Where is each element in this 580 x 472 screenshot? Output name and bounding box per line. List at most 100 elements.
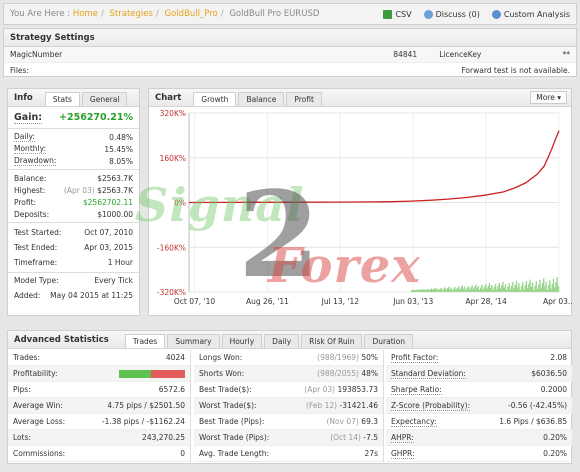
stat-value: 27s xyxy=(364,449,378,458)
magic-number-value: 84841 xyxy=(393,50,418,59)
stat-row: Average Loss: -1.38 pips / -$1162.24 xyxy=(8,414,190,430)
tab-duration[interactable]: Duration xyxy=(364,334,414,348)
stat-row: GHPR: 0.20% xyxy=(386,446,572,462)
tab-summary[interactable]: Summary xyxy=(167,334,220,348)
stat-label: Shorts Won: xyxy=(199,369,245,378)
volume-bar xyxy=(488,283,491,292)
volume-bar xyxy=(473,286,476,292)
breadcrumb-home-link[interactable]: Home xyxy=(73,9,98,19)
volume-bar xyxy=(519,290,521,292)
volume-bar xyxy=(485,284,487,292)
custom-analysis-button[interactable]: Custom Analysis xyxy=(491,9,570,19)
profitability-bar-won xyxy=(119,370,152,378)
y-tick-label: 320K% xyxy=(160,109,186,118)
timeframe-label: Timeframe: xyxy=(14,258,58,267)
volume-bar xyxy=(482,289,484,292)
volume-bar xyxy=(445,289,447,292)
breadcrumb: You Are Here : Home / Strategies / GoldBul… xyxy=(10,9,320,19)
stat-value: 243,270.25 xyxy=(142,433,185,442)
stat-row: Standard Deviation: $6036.50 xyxy=(386,366,572,382)
stat-label: Average Win: xyxy=(13,401,63,410)
globe-icon xyxy=(491,9,501,19)
profit-value: $2562702.11 xyxy=(82,197,133,207)
volume-bar xyxy=(431,289,434,292)
volume-bar xyxy=(530,286,533,292)
highest-date: (Apr 03) xyxy=(63,185,95,195)
growth-chart: 320K% 160K% 0% -160K% -320K%Oct 07, '10 Aug 2… xyxy=(157,109,573,306)
volume-bar xyxy=(515,280,518,292)
stat-row: Pips: 6572.6 xyxy=(8,382,190,398)
volume-bar xyxy=(513,288,515,292)
volume-bar xyxy=(533,290,535,292)
volume-bar xyxy=(509,289,512,292)
volume-bar xyxy=(427,288,429,292)
deposits-value: $1000.00 xyxy=(97,209,133,219)
stat-value: 0.20% xyxy=(543,433,567,442)
discuss-button[interactable]: Discuss (0) xyxy=(423,9,480,19)
volume-bar xyxy=(491,285,493,292)
volume-bar xyxy=(536,288,539,292)
stat-label: Sharpe Ratio: xyxy=(391,384,442,395)
volume-bar xyxy=(547,285,550,292)
stat-row: Commissions: 0 xyxy=(8,446,190,462)
stat-sub: (Oct 14) xyxy=(330,433,361,442)
more-dropdown[interactable]: More ▾ xyxy=(530,91,567,104)
stat-value: 0 xyxy=(180,449,185,458)
added-value: May 04 2015 at 11:25 xyxy=(50,291,133,300)
x-tick-label: Jun 03, '13 xyxy=(392,297,433,306)
stat-label: Lots: xyxy=(13,433,32,442)
stat-label: Worst Trade (Pips): xyxy=(199,433,270,442)
volume-bar xyxy=(419,289,422,292)
tab-hourly[interactable]: Hourly xyxy=(221,334,263,348)
advanced-statistics-title: Advanced Statistics xyxy=(14,334,109,345)
volume-bar xyxy=(557,286,560,292)
stat-label: Pips: xyxy=(13,385,31,394)
stat-value: 4.75 pips / $2501.50 xyxy=(107,401,185,410)
stat-label: Expectancy: xyxy=(391,416,437,427)
volume-bar xyxy=(456,287,459,292)
breadcrumb-strategy-link[interactable]: GoldBull_Pro xyxy=(165,9,218,19)
volume-bar xyxy=(468,289,471,292)
volume-bar xyxy=(444,287,446,292)
volume-bar xyxy=(450,287,452,292)
tab-stats[interactable]: Stats xyxy=(44,92,80,106)
tab-daily[interactable]: Daily xyxy=(264,334,300,348)
volume-bar xyxy=(434,287,436,292)
y-tick-label: -160K% xyxy=(157,243,186,252)
stat-label: Best Trade (Pips): xyxy=(199,417,265,426)
stats-column-3: Profit Factor: 2.08 Standard Deviation: $60… xyxy=(386,350,572,462)
magic-number-label: MagicNumber xyxy=(10,50,63,59)
volume-bar xyxy=(471,285,473,292)
volume-bar xyxy=(510,285,513,292)
tab-risk-of-ruin[interactable]: Risk Of Ruin xyxy=(301,334,363,348)
csv-button[interactable]: CSV xyxy=(383,9,412,19)
tab-growth[interactable]: Growth xyxy=(193,92,237,106)
strategy-settings-title: Strategy Settings xyxy=(4,29,576,47)
chart-panel: Chart Growth Balance Profit More ▾ 320K%… xyxy=(148,88,573,316)
monthly-label: Monthly: xyxy=(14,144,47,154)
added-label: Added: xyxy=(14,291,41,300)
stat-label: Trades: xyxy=(13,353,40,362)
volume-bar xyxy=(439,289,441,292)
tab-general[interactable]: General xyxy=(81,92,128,106)
test-ended-label: Test Ended: xyxy=(14,243,58,252)
volume-bar xyxy=(428,289,430,292)
tab-balance[interactable]: Balance xyxy=(238,92,285,106)
x-tick-label: Aug 26, '11 xyxy=(246,297,289,306)
tab-profit[interactable]: Profit xyxy=(286,92,322,106)
volume-bar xyxy=(425,289,428,292)
stat-value: 4024 xyxy=(165,353,185,362)
licence-key-value: ** xyxy=(562,50,570,59)
stat-value: 2.08 xyxy=(550,353,567,362)
tab-trades[interactable]: Trades xyxy=(124,334,166,348)
gain-value: +256270.21% xyxy=(59,112,133,123)
stat-sub: (988/1969) xyxy=(317,353,359,362)
volume-bar xyxy=(520,286,523,292)
stat-row: Sharpe Ratio: 0.2000 xyxy=(386,382,572,398)
model-type-value: Every Tick xyxy=(94,276,133,285)
breadcrumb-strategies-link[interactable]: Strategies xyxy=(110,9,153,19)
forward-test-note: Forward test is not available. xyxy=(461,66,570,75)
breadcrumb-prefix: You Are Here : xyxy=(10,9,71,19)
stat-row: Worst Trade (Pips): (Oct 14) -7.5 xyxy=(194,430,383,446)
stats-column-1: Trades: 4024 Profitability: Pips: 6572.6 Aver… xyxy=(8,350,191,462)
